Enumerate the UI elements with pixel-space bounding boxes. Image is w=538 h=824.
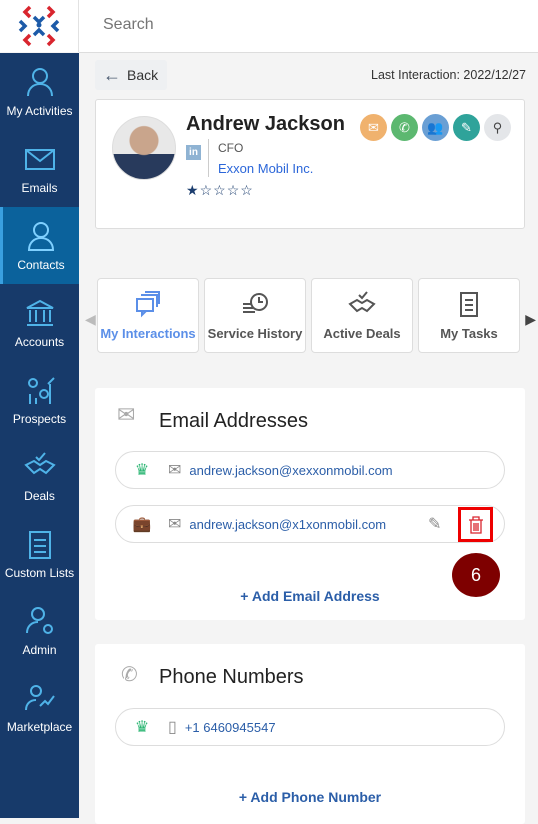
meeting-icon: 👥 <box>427 119 444 135</box>
note-icon: ✎ <box>461 119 472 135</box>
trash-icon <box>468 515 483 534</box>
tab-label: My Interactions <box>100 326 196 341</box>
sidebar-item-label: Custom Lists <box>4 565 75 580</box>
star-empty-icon[interactable]: ☆ <box>227 182 241 198</box>
chart-gear-icon <box>27 376 55 404</box>
clipboard-list-icon <box>28 530 51 559</box>
sidebar-item-marketplace[interactable]: Marketplace <box>0 669 79 746</box>
search-action-button[interactable]: ⚲ <box>484 114 511 141</box>
sidebar-item-label: Prospects <box>12 411 67 426</box>
back-button[interactable]: ← Back <box>95 60 167 90</box>
sidebar-item-label: Marketplace <box>6 719 73 734</box>
user-gear-icon <box>25 606 53 634</box>
search-input[interactable] <box>103 16 483 34</box>
phone-icon: ✆ <box>121 664 138 686</box>
top-header <box>79 0 538 53</box>
clipboard-list-icon <box>460 292 478 317</box>
email-icon: ✉ <box>368 119 379 135</box>
phone-row: ♛ ▯ +1 6460945547 <box>115 708 505 746</box>
envelope-icon: ✉ <box>168 516 182 533</box>
tab-label: My Tasks <box>440 326 498 341</box>
crown-icon: ♛ <box>134 462 150 479</box>
company-link[interactable]: Exxon Mobil Inc. <box>218 161 313 176</box>
mobile-icon: ▯ <box>168 719 177 736</box>
tab-my-interactions[interactable]: My Interactions <box>97 278 199 353</box>
tabs-scroll-left[interactable]: ◀ <box>85 311 96 328</box>
email-row: 💼 ✉ andrew.jackson@x1xonmobil.com ✎ <box>115 505 505 543</box>
last-interaction: Last Interaction: 2022/12/27 <box>371 68 526 82</box>
note-action-button[interactable]: ✎ <box>453 114 480 141</box>
divider <box>208 139 209 177</box>
section-title: Email Addresses <box>159 410 308 432</box>
sidebar-item-emails[interactable]: Emails <box>0 130 79 207</box>
add-phone-link[interactable]: + Add Phone Number <box>95 789 525 805</box>
email-address[interactable]: andrew.jackson@xexxonmobil.com <box>189 463 392 478</box>
avatar <box>112 116 176 180</box>
step-badge: 6 <box>452 553 500 597</box>
arrow-left-icon: ← <box>103 64 121 85</box>
contact-title: CFO <box>218 141 244 155</box>
bank-icon <box>26 299 53 326</box>
search-icon: ⚲ <box>492 119 503 135</box>
envelope-icon <box>24 148 55 170</box>
briefcase-icon: 💼 <box>132 516 152 533</box>
delete-email-button[interactable] <box>458 507 493 542</box>
sidebar-item-label: Deals <box>24 488 55 503</box>
sidebar-item-custom-lists[interactable]: Custom Lists <box>0 515 79 592</box>
clock-history-icon <box>243 293 268 313</box>
contact-icon <box>27 221 55 251</box>
sidebar-item-accounts[interactable]: Accounts <box>0 284 79 361</box>
email-row: ♛ ✉ andrew.jackson@xexxonmobil.com <box>115 451 505 489</box>
contact-card: Andrew Jackson in CFO Exxon Mobil Inc. ★… <box>95 99 525 229</box>
user-check-icon <box>26 67 53 96</box>
main-content: ← Back Last Interaction: 2022/12/27 Andre… <box>79 53 538 824</box>
sidebar-item-label: Admin <box>22 642 57 657</box>
sidebar: My Activities Emails Contacts Accounts P… <box>0 53 79 818</box>
handshake-icon <box>348 291 376 313</box>
sidebar-item-label: Accounts <box>14 334 65 349</box>
star-empty-icon[interactable]: ☆ <box>200 182 214 198</box>
tab-active-deals[interactable]: Active Deals <box>311 278 413 353</box>
sidebar-item-contacts[interactable]: Contacts <box>0 207 79 284</box>
star-rating[interactable]: ★☆☆☆☆ <box>186 182 254 199</box>
sidebar-item-label: Emails <box>21 180 58 195</box>
tab-service-history[interactable]: Service History <box>204 278 306 353</box>
back-label: Back <box>127 67 159 83</box>
handshake-icon <box>23 451 56 474</box>
section-title: Phone Numbers <box>159 666 304 688</box>
sidebar-item-admin[interactable]: Admin <box>0 592 79 669</box>
contact-name: Andrew Jackson <box>186 113 345 135</box>
phone-number[interactable]: +1 6460945547 <box>185 720 276 735</box>
sidebar-item-label: Contacts <box>17 257 65 272</box>
envelope-icon: ✉ <box>168 462 182 479</box>
tab-label: Active Deals <box>323 326 401 341</box>
sidebar-item-prospects[interactable]: Prospects <box>0 361 79 438</box>
phone-section: ✆ Phone Numbers ♛ ▯ +1 6460945547 + Add Ph… <box>95 644 525 824</box>
pencil-icon[interactable]: ✎ <box>428 514 441 534</box>
meeting-action-button[interactable]: 👥 <box>422 114 449 141</box>
sidebar-item-my-activities[interactable]: My Activities <box>0 53 79 130</box>
email-action-button[interactable]: ✉ <box>360 114 387 141</box>
sidebar-item-deals[interactable]: Deals <box>0 438 79 515</box>
tab-my-tasks[interactable]: My Tasks <box>418 278 520 353</box>
star-empty-icon[interactable]: ☆ <box>240 182 254 198</box>
email-address[interactable]: andrew.jackson@x1xonmobil.com <box>189 517 386 532</box>
star-filled-icon[interactable]: ★ <box>186 182 200 198</box>
user-growth-icon <box>24 684 55 710</box>
tabs-scroll-right[interactable]: ▶ <box>525 311 536 328</box>
sidebar-item-label: My Activities <box>6 103 73 118</box>
chat-stack-icon <box>136 291 160 318</box>
call-action-button[interactable]: ✆ <box>391 114 418 141</box>
app-logo[interactable] <box>0 0 79 52</box>
envelope-icon: ✉ <box>117 402 136 427</box>
star-empty-icon[interactable]: ☆ <box>213 182 227 198</box>
tab-label: Service History <box>207 326 303 341</box>
phone-icon: ✆ <box>399 119 410 135</box>
logo-icon <box>18 5 60 47</box>
crown-icon: ♛ <box>134 719 150 736</box>
linkedin-icon[interactable]: in <box>186 145 201 160</box>
